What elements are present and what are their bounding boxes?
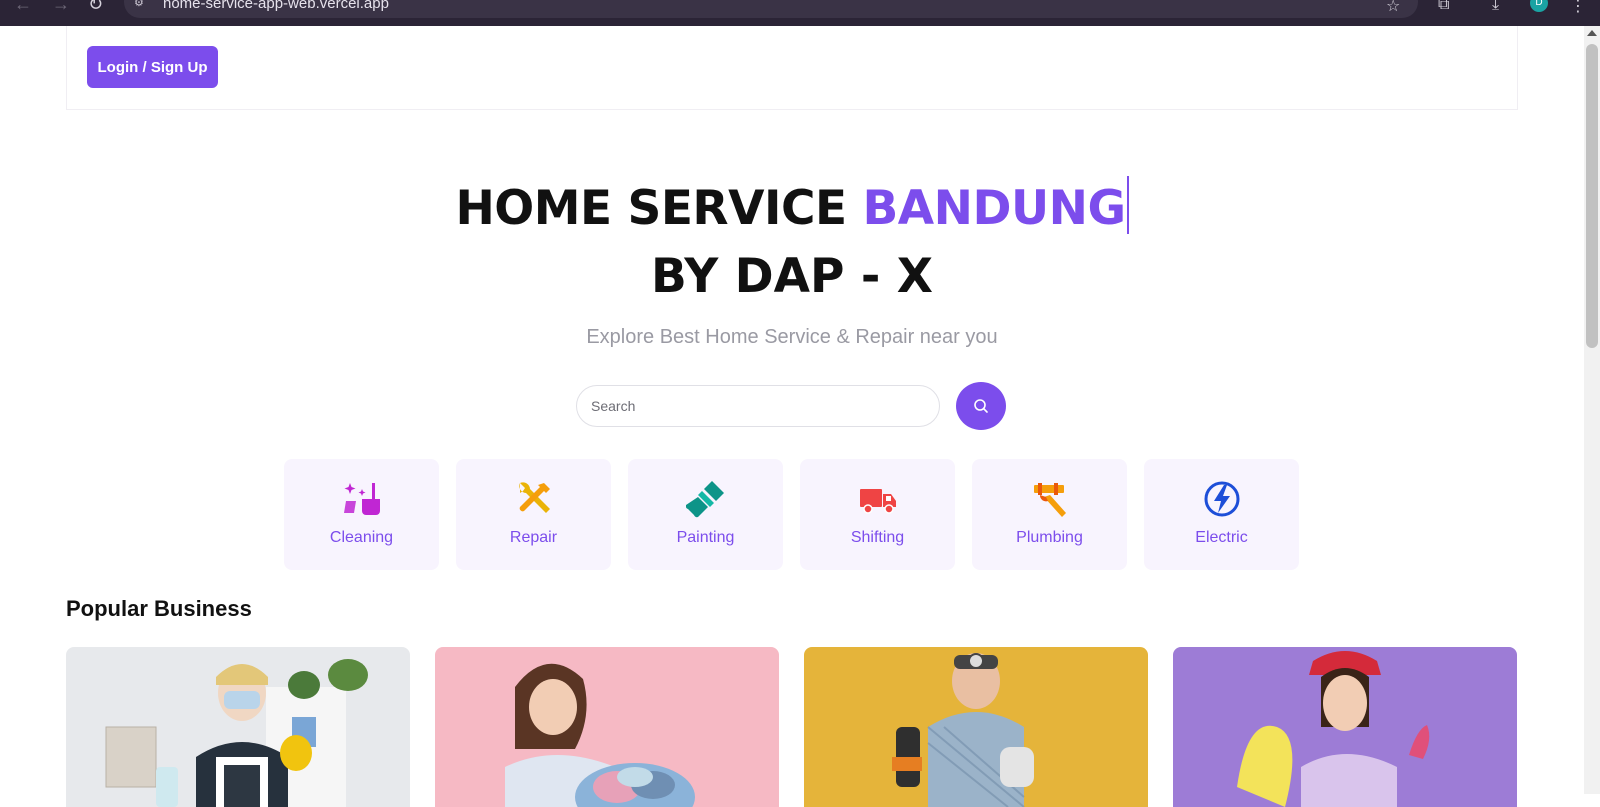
category-label: Painting [676,529,735,546]
category-label: Shifting [850,529,905,546]
site-header [66,26,1518,110]
search-button[interactable] [956,382,1006,430]
business-card-image[interactable] [66,647,410,807]
category-painting[interactable]: Painting [628,459,783,570]
cleaning-woman-photo [1173,647,1517,807]
login-signup-button[interactable]: Login / Sign Up [87,46,218,88]
more-menu-icon[interactable]: ⋮ [1570,0,1586,16]
back-icon[interactable]: ← [14,0,32,15]
extensions-icon[interactable]: ⧉ [1438,0,1449,14]
category-label: Cleaning [329,529,394,546]
laundry-photo [435,647,779,807]
category-label: Plumbing [1016,529,1083,546]
category-label: Repair [509,529,558,546]
forward-icon[interactable]: → [52,0,70,15]
hero-title-main: HOME SERVICE [455,181,863,236]
business-card-image[interactable] [804,647,1148,807]
handyman-photo [804,647,1148,807]
site-info-icon[interactable]: ⚙ [134,0,148,9]
popular-business-heading: Popular Business [66,596,252,621]
url-text[interactable]: home-service-app-web.vercel.app [163,0,389,12]
paint-brush-icon [685,481,724,518]
business-card-image[interactable] [1173,647,1517,807]
category-repair[interactable]: Repair [456,459,611,570]
lightning-icon [1204,481,1239,517]
cleaner-photo [66,647,410,807]
category-electric[interactable]: Electric [1144,459,1299,570]
scrollbar-thumb[interactable] [1586,44,1598,348]
hero-subtitle: Explore Best Home Service & Repair near … [586,326,998,348]
hero-title-line2: BY DAP - X [651,249,933,304]
cleaning-icon [343,483,380,515]
bookmark-star-icon[interactable]: ☆ [1386,0,1400,16]
category-plumbing[interactable]: Plumbing [972,459,1127,570]
download-icon[interactable]: ⤓ [1492,0,1499,14]
reload-icon[interactable]: ↻ [88,0,103,15]
truck-icon [859,489,896,514]
scroll-up-arrow-icon[interactable] [1587,30,1597,36]
search-input[interactable] [576,385,940,427]
category-cleaning[interactable]: Cleaning [284,459,439,570]
plumbing-icon [1033,483,1066,517]
business-card-image[interactable] [435,647,779,807]
hero-title: HOME SERVICE BANDUNG [0,176,1584,237]
repair-tools-icon [518,482,550,513]
hero-title-accent: BANDUNG [862,181,1126,236]
category-label: Electric [1195,529,1248,546]
text-cursor [1126,176,1129,234]
category-shifting[interactable]: Shifting [800,459,955,570]
search-icon [974,399,988,413]
